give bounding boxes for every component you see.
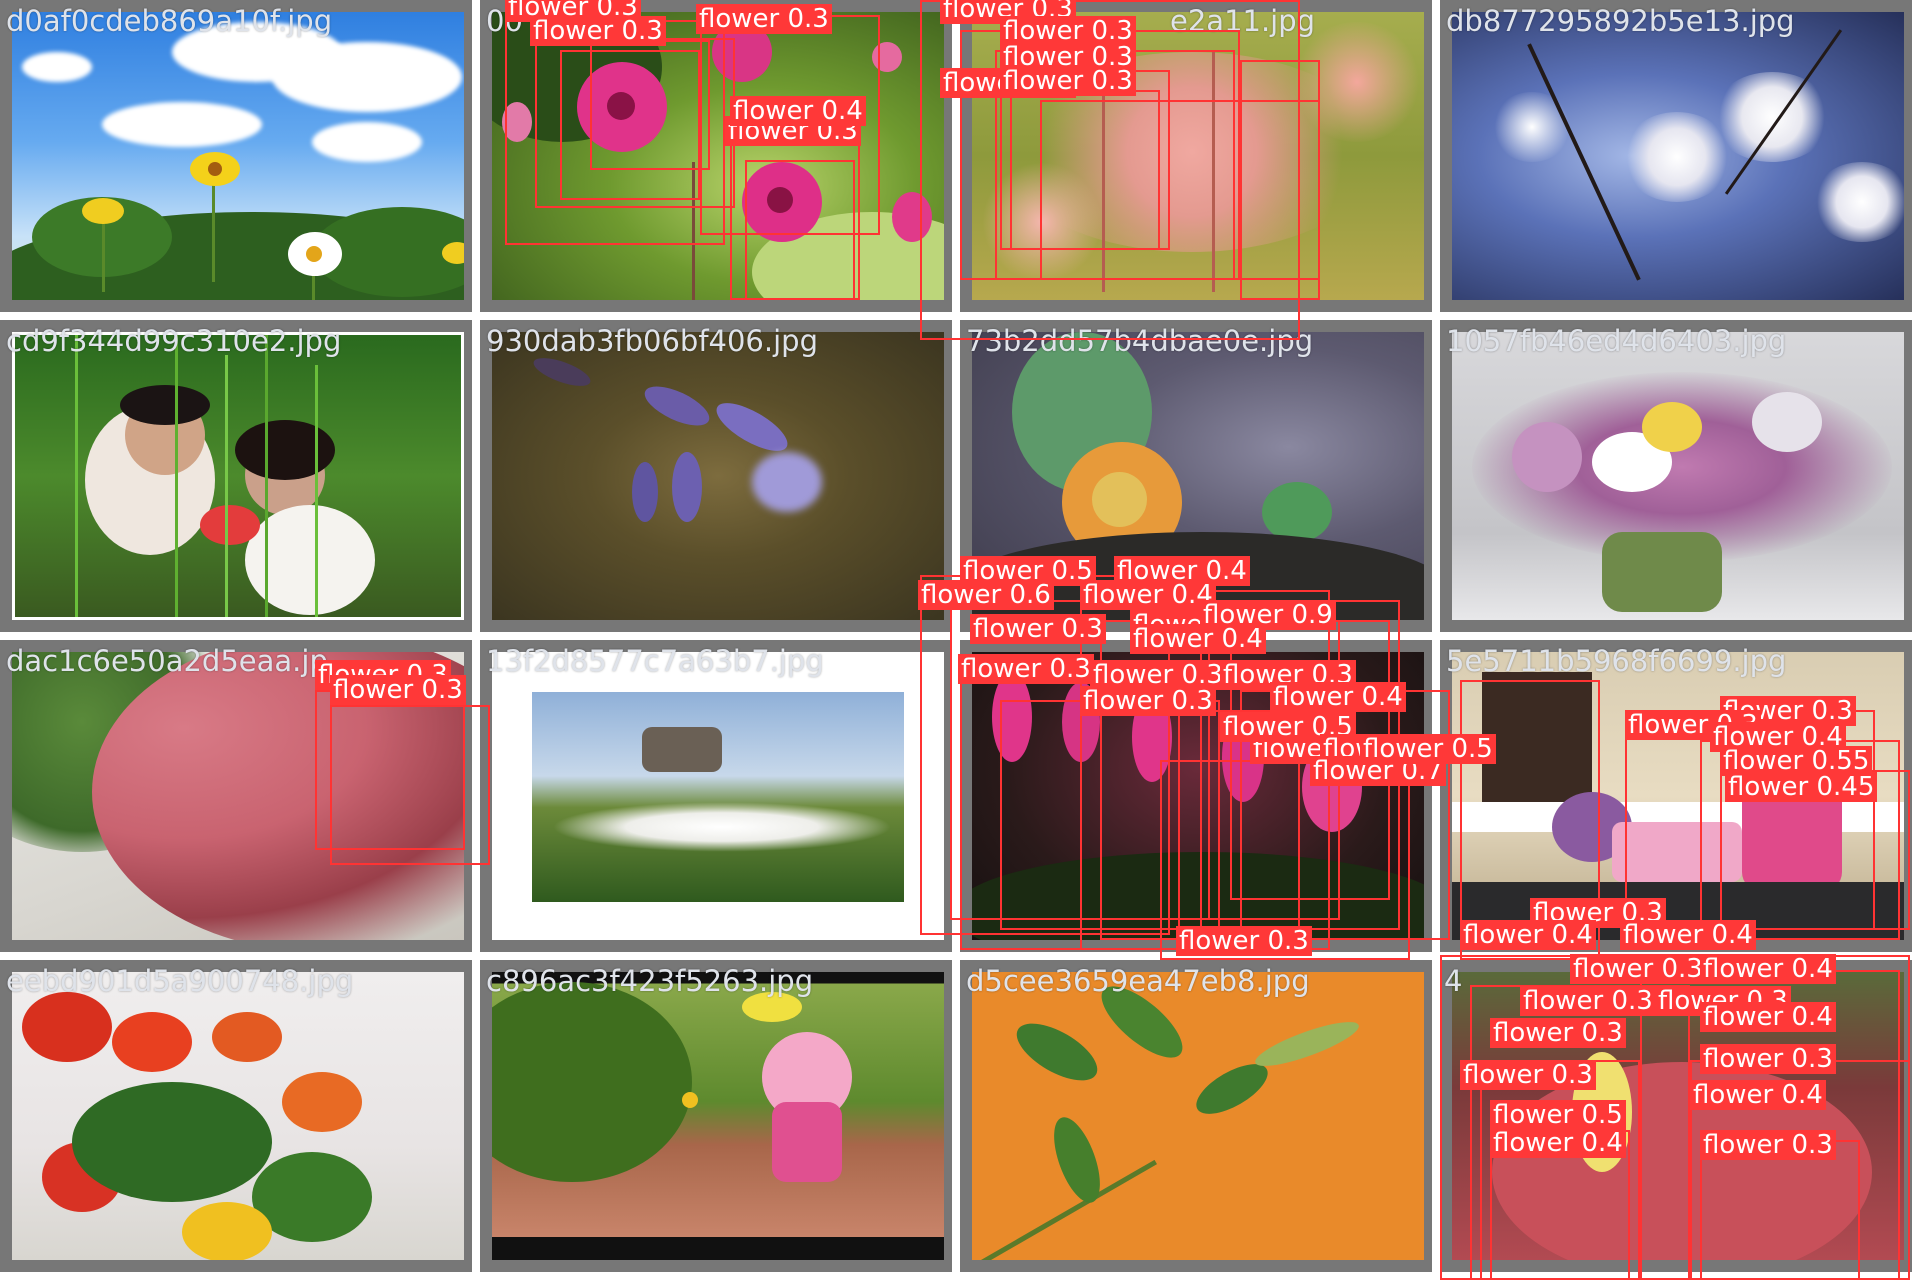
tile-13[interactable]: eebd901d5a900748.jpg xyxy=(0,960,480,1280)
photo-pink-campion xyxy=(492,12,944,300)
tile-4[interactable]: db877295892b5e13.jpg xyxy=(1440,0,1920,320)
tile-3[interactable]: e2a11.jpg xyxy=(960,0,1440,320)
photo-bleeding-hearts xyxy=(972,652,1424,940)
photo-lantana xyxy=(12,972,464,1260)
photo-pink-gerbera xyxy=(12,652,464,940)
tile-11[interactable] xyxy=(960,640,1440,960)
tile-2[interactable]: 00 xyxy=(480,0,960,320)
tile-15[interactable]: d5cee3659ea47eb8.jpg xyxy=(960,960,1440,1280)
photo-daisies-sky xyxy=(12,12,464,300)
photo-anime-figure xyxy=(492,972,944,1260)
photo-cherry-blossom xyxy=(1452,12,1904,300)
image-mosaic: d0af0cdeb869a10f.jpg 00 e2a11.jpg db8772… xyxy=(0,0,1920,1280)
photo-couple-grass xyxy=(12,332,464,620)
tile-1[interactable]: d0af0cdeb869a10f.jpg xyxy=(0,0,480,320)
photo-purple-hosta xyxy=(492,332,944,620)
tile-5[interactable]: cd9f344d99c310e2.jpg xyxy=(0,320,480,640)
tile-8[interactable]: 1057fb46ed4d6403.jpg xyxy=(1440,320,1920,640)
tile-7[interactable]: 73b2dd57b4dbae0e.jpg xyxy=(960,320,1440,640)
photo-pink-heuchera xyxy=(972,12,1424,300)
tile-10[interactable]: 13f2d8577c7a63b7.jpg xyxy=(480,640,960,960)
photo-room-bouquet xyxy=(1452,652,1904,940)
tile-14[interactable]: c896ac3f423f5263.jpg xyxy=(480,960,960,1280)
tile-16[interactable]: 4 xyxy=(1440,960,1920,1280)
photo-cottongrass xyxy=(492,652,944,940)
tile-12[interactable]: 5e5711b5968f6699.jpg xyxy=(1440,640,1920,960)
photo-red-flowers xyxy=(1452,972,1904,1260)
photo-nettle-orange xyxy=(972,972,1424,1260)
photo-alstroemeria-bouquet xyxy=(1452,332,1904,620)
tile-9[interactable]: dac1c6e50a2d5eaa.jp xyxy=(0,640,480,960)
tile-6[interactable]: 930dab3fb06bf406.jpg xyxy=(480,320,960,640)
photo-cactus-flower xyxy=(972,332,1424,620)
